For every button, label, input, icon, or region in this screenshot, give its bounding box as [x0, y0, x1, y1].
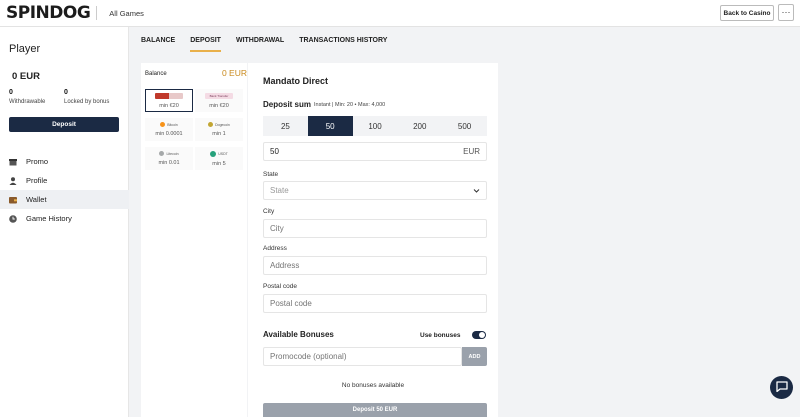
method-card-litecoin[interactable]: Litecoin min 0.01: [145, 147, 193, 170]
use-bonuses-toggle[interactable]: [472, 331, 486, 339]
method-title: Mandato Direct: [263, 76, 329, 86]
methods-balance-value: 0 EUR: [221, 68, 247, 78]
amount-value: 50: [270, 147, 279, 156]
dogecoin-icon: [208, 122, 214, 127]
spindog-logo[interactable]: SPINDOG: [6, 3, 91, 23]
sidebar-item-label: Game History: [26, 214, 72, 223]
city-label: City: [263, 208, 275, 215]
deposit-form: Mandato Direct Deposit sum Instant | Min…: [248, 63, 498, 417]
wallet-icon: [9, 196, 17, 204]
usdt-logo-text: USDT: [218, 151, 228, 156]
withdrawable-value: 0: [9, 89, 13, 96]
promocode-input[interactable]: [263, 347, 462, 366]
method-card-dogecoin[interactable]: Dogecoin min 1: [195, 118, 243, 141]
state-select[interactable]: State: [263, 181, 487, 200]
promo-icon: [9, 158, 17, 166]
tab-withdrawal[interactable]: WITHDRAWAL: [236, 27, 284, 53]
sidebar-item-wallet[interactable]: Wallet: [0, 190, 129, 209]
city-input[interactable]: [263, 219, 487, 238]
sidebar-deposit-button[interactable]: Deposit: [9, 117, 119, 132]
methods-balance-label: Balance: [145, 71, 167, 77]
bitcoin-icon: [160, 122, 166, 127]
tab-deposit[interactable]: DEPOSIT: [190, 27, 221, 53]
currency-label: EUR: [463, 147, 480, 156]
use-bonuses-label: Use bonuses: [420, 332, 461, 339]
sidebar-item-label: Profile: [26, 176, 48, 185]
withdrawable-label: Withdrawable: [9, 99, 46, 105]
chat-icon: [775, 381, 788, 394]
player-balance: 0 EUR: [12, 71, 40, 82]
mandato-logo-icon: [155, 92, 183, 99]
amount-preset-200[interactable]: 200: [397, 116, 442, 136]
sidebar: Player 0 EUR 0 Withdrawable 0 Locked by …: [0, 27, 129, 417]
usdt-logo: USDT: [210, 150, 228, 157]
add-promocode-button[interactable]: ADD: [462, 347, 487, 366]
more-icon: ···: [781, 7, 791, 17]
all-games-link[interactable]: All Games: [109, 9, 144, 18]
method-min: min 1: [212, 131, 226, 137]
method-card-bitcoin[interactable]: Bitcoin min 0.0001: [145, 118, 193, 141]
locked-value: 0: [64, 89, 68, 96]
dogecoin-logo: Dogecoin: [208, 122, 230, 127]
bank-transfer-logo-icon: Bank Transfer: [205, 92, 233, 99]
tab-balance[interactable]: BALANCE: [141, 27, 175, 53]
sidebar-item-profile[interactable]: Profile: [0, 171, 129, 190]
sidebar-item-promo[interactable]: Promo: [0, 152, 129, 171]
deposit-submit-button[interactable]: Deposit 50 EUR: [263, 403, 487, 417]
method-min: min €20: [209, 102, 229, 109]
locked-label: Locked by bonus: [64, 99, 110, 105]
sidebar-item-label: Promo: [26, 157, 49, 166]
wallet-tabs: BALANCE DEPOSIT WITHDRAWAL TRANSACTIONS …: [141, 27, 402, 53]
amount-preset-50[interactable]: 50: [307, 116, 353, 136]
litecoin-icon: [159, 151, 165, 156]
game-history-icon: [9, 214, 17, 223]
amount-preset-100[interactable]: 100: [353, 116, 398, 136]
sidebar-item-game-history[interactable]: Game History: [0, 209, 129, 228]
chevron-down-icon: [473, 187, 480, 196]
locked-stat: 0 Locked by bonus: [64, 89, 109, 105]
state-placeholder: State: [270, 186, 289, 195]
amount-preset-500[interactable]: 500: [442, 116, 487, 136]
deposit-limits-note: Instant | Min: 20 • Max: 4,000: [314, 102, 386, 108]
state-label: State: [263, 171, 279, 178]
back-to-casino-button[interactable]: Back to Casino: [720, 5, 774, 21]
usdt-icon: [210, 150, 217, 157]
method-min: min 0.01: [158, 160, 180, 166]
profile-icon: [9, 176, 17, 185]
address-label: Address: [263, 245, 287, 252]
address-input[interactable]: [263, 256, 487, 275]
chat-button[interactable]: [770, 376, 793, 399]
divider: [96, 6, 98, 20]
payment-methods-panel: Balance 0 EUR min €20 Bank Transfer min …: [141, 63, 247, 417]
method-min: min 0.0001: [155, 131, 183, 137]
method-card-mandato[interactable]: min €20: [145, 89, 193, 112]
dogecoin-logo-text: Dogecoin: [215, 122, 230, 127]
amount-preset-25[interactable]: 25: [263, 116, 308, 136]
no-bonuses-message: No bonuses available: [341, 382, 405, 389]
litecoin-logo-text: Litecoin: [166, 151, 179, 156]
method-card-usdt[interactable]: USDT min 5: [195, 147, 243, 170]
amount-presets: 25 50 100 200 500: [263, 116, 487, 136]
top-bar: SPINDOG All Games Back to Casino ···: [0, 0, 800, 27]
sidebar-item-label: Wallet: [26, 195, 47, 204]
bitcoin-logo: Bitcoin: [160, 122, 178, 127]
method-min: min €20: [159, 102, 179, 109]
available-bonuses-title: Available Bonuses: [263, 330, 334, 339]
withdrawable-stat: 0 Withdrawable: [9, 89, 45, 105]
amount-input[interactable]: 50 EUR: [263, 142, 487, 161]
method-card-bank-transfer[interactable]: Bank Transfer min €20: [195, 89, 243, 112]
postal-code-input[interactable]: [263, 294, 487, 313]
tab-transactions-history[interactable]: TRANSACTIONS HISTORY: [299, 27, 387, 53]
method-min: min 5: [212, 160, 226, 167]
player-title: Player: [9, 43, 41, 55]
postal-code-label: Postal code: [263, 283, 297, 290]
deposit-sum-label: Deposit sum: [263, 100, 312, 109]
litecoin-logo: Litecoin: [159, 151, 179, 156]
bitcoin-logo-text: Bitcoin: [167, 122, 178, 127]
more-menu-button[interactable]: ···: [778, 4, 794, 21]
